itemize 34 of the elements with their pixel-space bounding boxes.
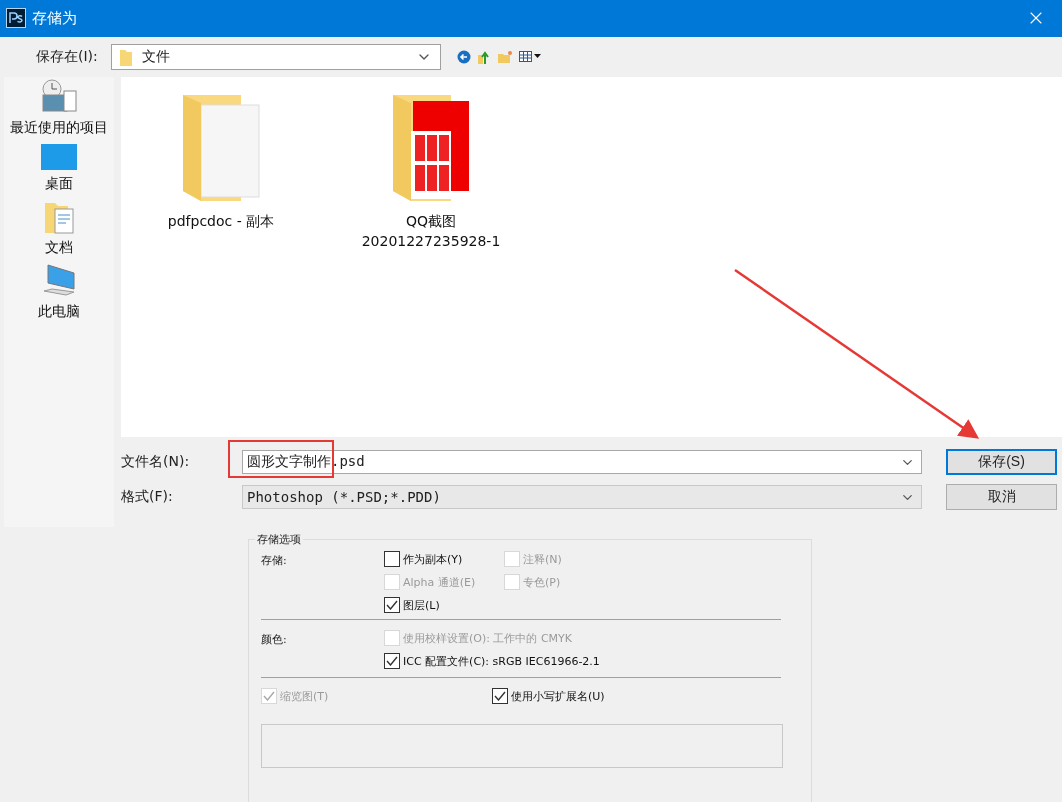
folder-name[interactable]: pdfpcdoc - 副本	[167, 211, 275, 231]
checkbox-option[interactable]: ICC 配置文件(C): sRGB IEC61966-2.1	[384, 653, 781, 669]
checkbox[interactable]	[384, 551, 400, 567]
new-folder-icon[interactable]	[496, 49, 513, 64]
file-name-label: 文件名(N):	[121, 453, 191, 471]
back-icon[interactable]	[456, 49, 471, 64]
checkbox-option[interactable]: 图层(L)	[384, 597, 504, 613]
sidebar-item[interactable]: 此电脑	[38, 303, 80, 321]
folder-name[interactable]: QQ截图 20201227235928-1	[361, 211, 501, 251]
sidebar-item[interactable]: 文档	[45, 239, 73, 257]
sidebar-item[interactable]: 最近使用的项目	[10, 119, 108, 137]
sidebar-item[interactable]: 桌面	[45, 175, 73, 193]
save-in-label: 保存在(I):	[36, 47, 98, 66]
checkbox[interactable]	[384, 597, 400, 613]
save-in-dropdown[interactable]: 文件	[110, 43, 441, 70]
checkbox[interactable]	[492, 688, 508, 704]
group-title: 存储选项	[256, 532, 302, 547]
checkbox[interactable]	[384, 653, 400, 669]
format-dropdown[interactable]: Photoshop (*.PSD;*.PDD)	[242, 485, 922, 509]
checkbox-option[interactable]: 使用小写扩展名(U)	[492, 688, 781, 704]
app-icon	[6, 8, 26, 29]
format-label: 格式(F):	[121, 488, 174, 506]
checkbox-option[interactable]: 作为副本(Y)	[384, 551, 504, 567]
folder-icon	[119, 47, 132, 66]
desktop-icon	[40, 143, 78, 171]
folder-icon	[181, 95, 261, 203]
cancel-button[interactable]: 取消	[946, 484, 1057, 510]
window-title: 存储为	[32, 8, 78, 28]
section-label: 存储:	[261, 553, 288, 569]
photo-folder-icon	[391, 95, 471, 203]
view-menu-icon[interactable]	[518, 50, 541, 63]
up-folder-icon[interactable]	[476, 49, 491, 64]
section-label: 颜色:	[261, 632, 288, 648]
save-button[interactable]: 保存(S)	[946, 449, 1057, 475]
